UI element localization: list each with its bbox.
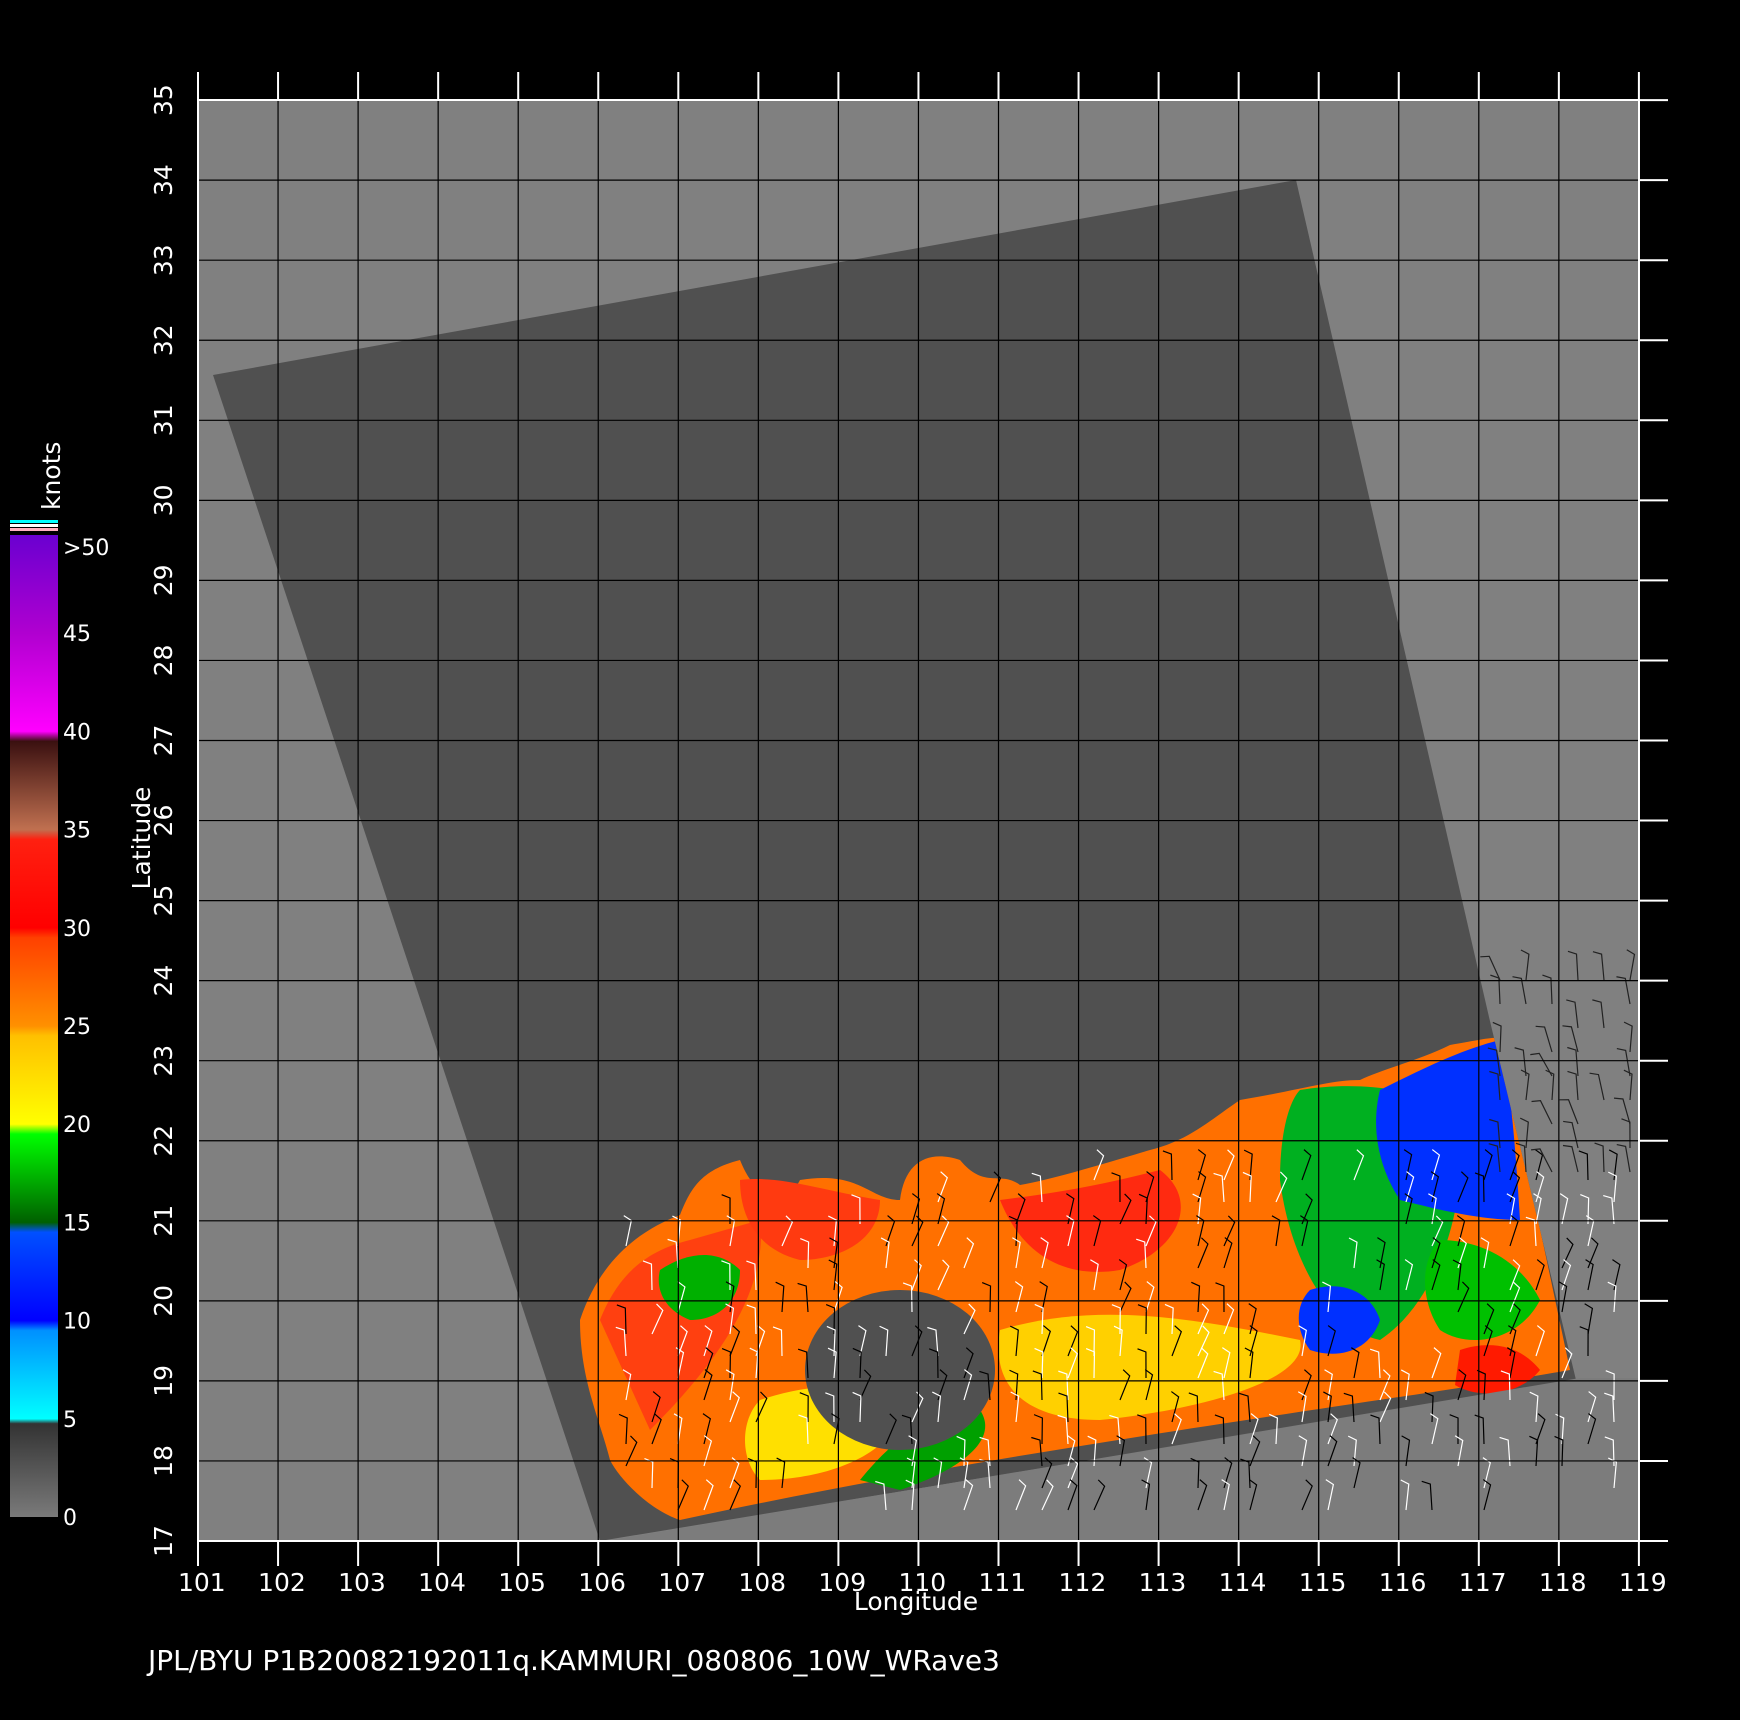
- lat-tick-label: 23: [149, 1045, 178, 1077]
- lon-tick-label: 106: [578, 1568, 626, 1597]
- lat-tick-label: 19: [149, 1365, 178, 1397]
- lat-tick-label: 21: [149, 1205, 178, 1237]
- colorbar-tick-label: 20: [63, 1113, 91, 1138]
- lat-tick-label: 31: [149, 404, 178, 436]
- lat-tick-label: 27: [149, 725, 178, 757]
- colorbar-tick-label: >50: [63, 536, 109, 561]
- colorbar-tick-label: 45: [63, 622, 91, 647]
- lon-tick-label: 114: [1219, 1568, 1267, 1597]
- colorbar-tick-label: 25: [63, 1015, 91, 1040]
- lon-tick-label: 113: [1139, 1568, 1187, 1597]
- lat-tick-label: 30: [149, 484, 178, 516]
- lat-tick-label: 34: [149, 164, 178, 196]
- lon-tick-label: 119: [1619, 1568, 1667, 1597]
- colorbar-top-stripe-white: [10, 524, 58, 527]
- lon-tick-label: 101: [178, 1568, 226, 1597]
- footer-label: JPL/BYU P1B20082192011q.KAMMURI_080806_1…: [146, 1644, 1000, 1677]
- colorbar-tick-label: 40: [63, 720, 91, 745]
- lat-tick-label: 18: [149, 1445, 178, 1477]
- colorbar-swatch: [10, 535, 58, 1517]
- lon-tick-label: 109: [818, 1568, 866, 1597]
- lon-tick-label: 118: [1539, 1568, 1587, 1597]
- lat-tick-label: 33: [149, 244, 178, 276]
- lon-tick-label: 111: [979, 1568, 1027, 1597]
- lon-tick-label: 103: [338, 1568, 386, 1597]
- colorbar-top-stripes: [10, 520, 58, 523]
- lat-tick-label: 28: [149, 645, 178, 677]
- lat-tick-label: 22: [149, 1125, 178, 1157]
- lon-tick-label: 117: [1459, 1568, 1507, 1597]
- lon-tick-label: 115: [1299, 1568, 1347, 1597]
- lon-tick-label: 104: [418, 1568, 466, 1597]
- colorbar-tick-label: 30: [63, 917, 91, 942]
- lon-tick-label: 112: [1059, 1568, 1107, 1597]
- lat-tick-label: 24: [149, 965, 178, 997]
- lat-tick-label: 20: [149, 1285, 178, 1317]
- lat-tick-label: 26: [149, 805, 178, 837]
- lat-tick-label: 17: [149, 1525, 178, 1557]
- lat-tick-label: 29: [149, 564, 178, 596]
- lat-tick-label: 32: [149, 324, 178, 356]
- colorbar-tick-label: 5: [63, 1408, 77, 1433]
- colorbar-top-stripe-pink: [10, 528, 58, 531]
- colorbar-tick-label: 10: [63, 1310, 91, 1335]
- lon-tick-label: 108: [738, 1568, 786, 1597]
- lon-tick-label: 105: [498, 1568, 546, 1597]
- colorbar-tick-label: 35: [63, 819, 91, 844]
- lon-tick-label: 107: [658, 1568, 706, 1597]
- y-axis-label: Latitude: [127, 787, 156, 890]
- lat-tick-label: 35: [149, 84, 178, 116]
- colorbar-unit-label: knots: [37, 442, 66, 510]
- colorbar-tick-label: 15: [63, 1211, 91, 1236]
- wind-map: Longitude Latitude knots 051015202530354…: [10, 72, 1668, 1677]
- lat-tick-label: 25: [149, 885, 178, 917]
- lon-tick-label: 116: [1379, 1568, 1427, 1597]
- lon-tick-label: 110: [898, 1568, 946, 1597]
- colorbar-tick-label: 0: [63, 1506, 77, 1531]
- lon-tick-label: 102: [258, 1568, 306, 1597]
- colorbar: knots 0 5 10 15 20 25 30 35 40 45 >50: [10, 442, 109, 1531]
